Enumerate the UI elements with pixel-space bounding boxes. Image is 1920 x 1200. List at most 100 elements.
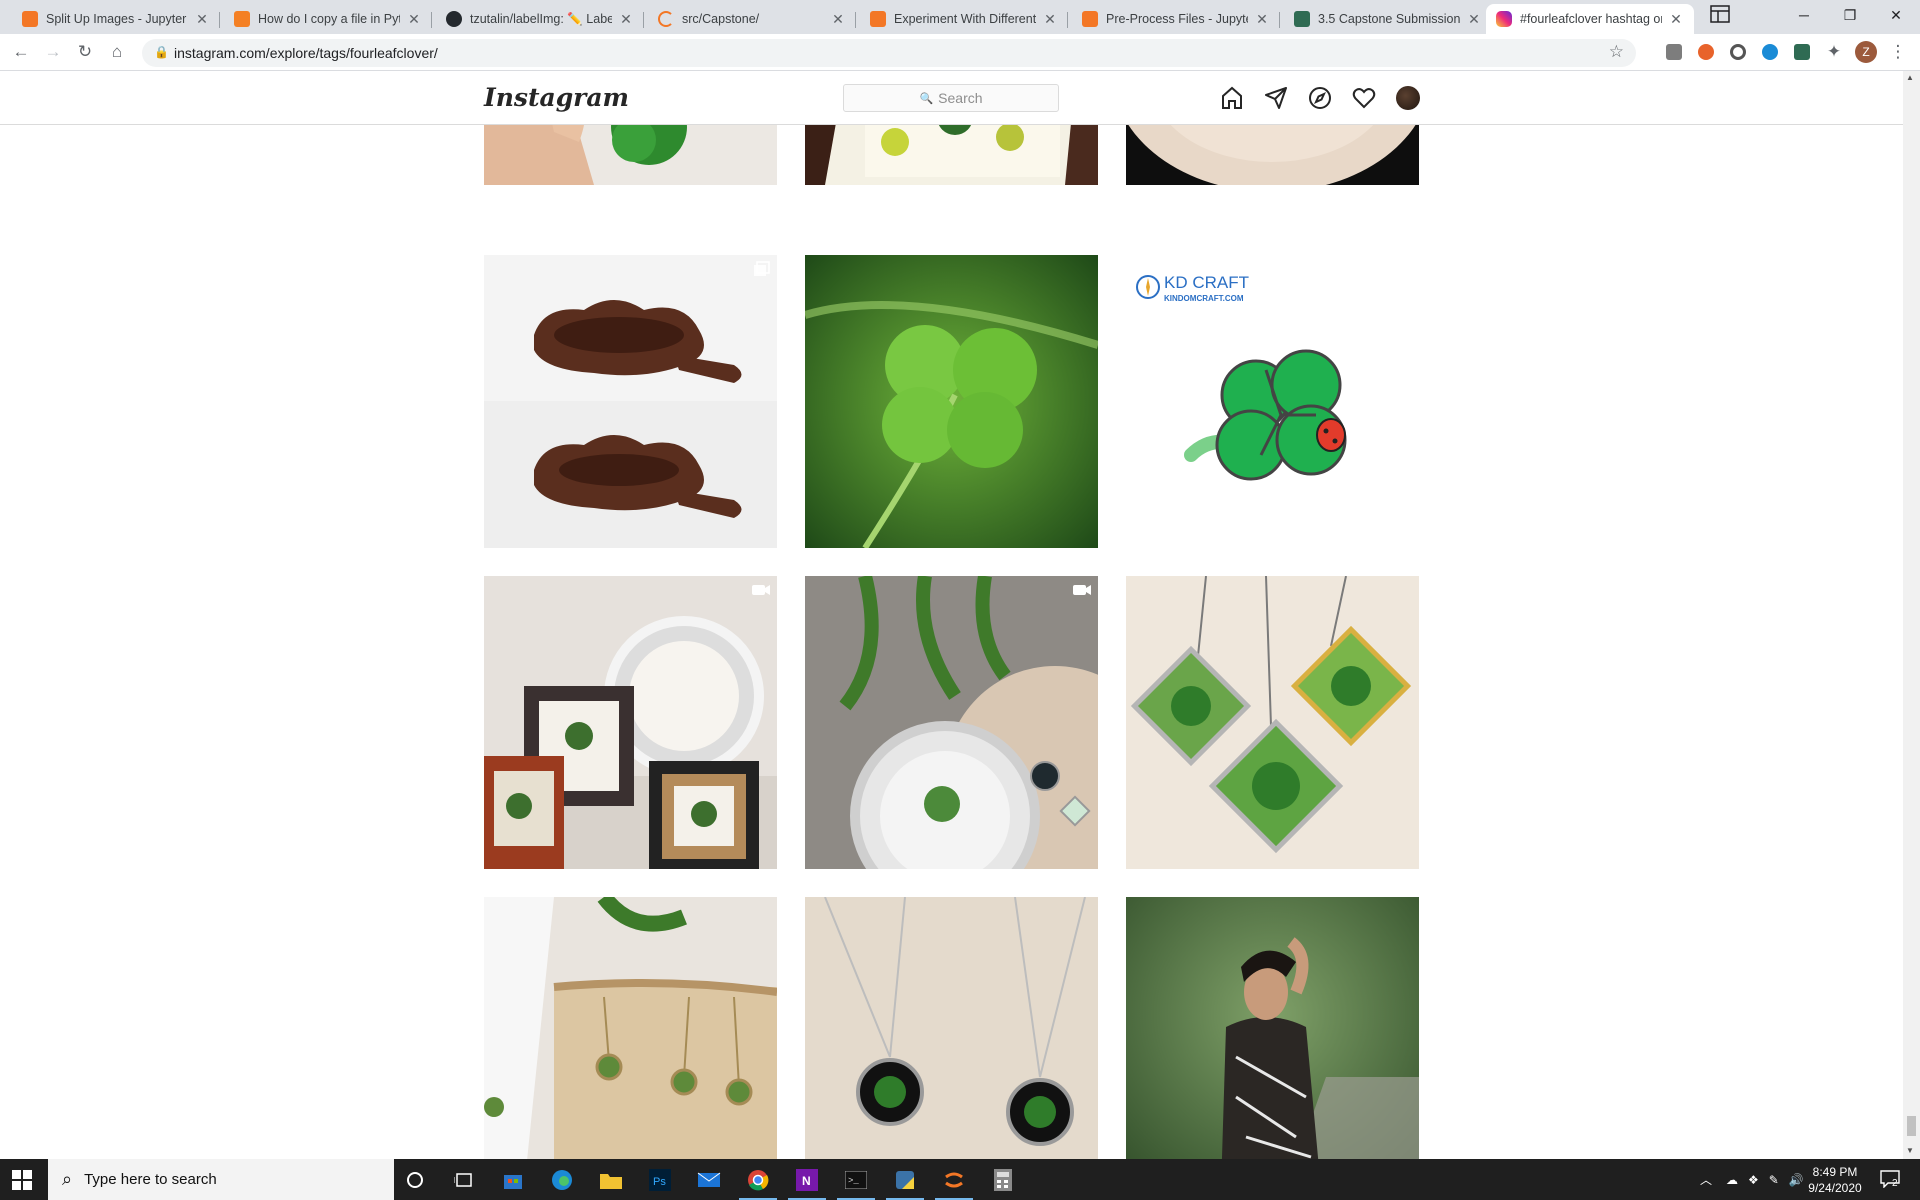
search-input[interactable]: 🔍 Search [843, 84, 1059, 112]
tab-search-icon[interactable] [1708, 2, 1732, 26]
close-icon[interactable]: ✕ [406, 11, 422, 28]
stackoverflow-icon [234, 11, 250, 27]
restore-button[interactable]: ❐ [1827, 0, 1873, 30]
windows-start-icon[interactable] [12, 1170, 32, 1190]
tab-labelimg-github[interactable]: tzutalin/labelImg: ✏️ Labeli ✕ [436, 4, 644, 34]
forward-arrow-icon[interactable]: → [41, 40, 65, 64]
close-icon[interactable]: ✕ [1042, 11, 1058, 28]
onenote-icon[interactable]: N [788, 1165, 826, 1200]
multi-post-icon [754, 261, 770, 276]
scrollbar-thumb[interactable] [1907, 1116, 1916, 1136]
post-framed-clovers[interactable] [484, 576, 777, 869]
activity-heart-icon[interactable] [1351, 85, 1377, 111]
close-icon[interactable]: ✕ [830, 11, 846, 28]
calculator-icon[interactable] [988, 1165, 1018, 1195]
taskbar-clock[interactable]: 8:49 PM 9/24/2020 [1800, 1164, 1870, 1196]
file-explorer-icon[interactable] [596, 1165, 626, 1195]
scroll-down-arrow[interactable]: ▼ [1906, 1146, 1914, 1155]
taskbar-search-input[interactable]: ⌕ Type here to search [48, 1159, 394, 1200]
svg-text:>_: >_ [848, 1176, 859, 1186]
screen: Split Up Images - Jupyter N ✕ How do I c… [0, 0, 1920, 1200]
tab-fourleafclover-active[interactable]: #fourleafclover hashtag on ✕ [1486, 4, 1694, 34]
tab-capstone-submission[interactable]: 3.5 Capstone Submission - ✕ [1284, 4, 1492, 34]
tab-pre-process-files[interactable]: Pre-Process Files - Jupyter I ✕ [1072, 4, 1280, 34]
orange-extension-icon[interactable] [1698, 44, 1714, 60]
reload-icon[interactable]: ↻ [73, 40, 97, 64]
post-green-clover-closeup[interactable] [805, 255, 1098, 548]
back-arrow-icon[interactable]: ← [9, 40, 33, 64]
close-icon[interactable]: ✕ [618, 11, 634, 28]
direct-icon[interactable] [1263, 85, 1289, 111]
tab-src-capstone[interactable]: src/Capstone/ ✕ [648, 4, 856, 34]
tab-split-up-images[interactable]: Split Up Images - Jupyter N ✕ [12, 4, 220, 34]
python-idle-icon[interactable] [886, 1165, 924, 1200]
store-icon[interactable] [498, 1165, 528, 1195]
blue-extension-icon[interactable] [1762, 44, 1778, 60]
svg-text:Ps: Ps [653, 1176, 666, 1188]
jupyter-spinner-icon [658, 11, 674, 27]
post-black-round-pendants[interactable] [805, 897, 1098, 1159]
video-camera-icon [752, 585, 770, 595]
pen-icon[interactable]: ✎ [1769, 1173, 1779, 1187]
post-wooden-clover-tray[interactable] [484, 255, 777, 548]
profile-button[interactable]: Z [1854, 40, 1878, 64]
menu-kebab-icon[interactable]: ⋮ [1886, 40, 1910, 64]
post-necklaces-on-wood[interactable] [484, 897, 777, 1159]
url-text[interactable]: instagram.com/explore/tags/fourleafclove… [174, 45, 438, 61]
github-icon [446, 11, 462, 27]
search-icon: ⌕ [62, 1169, 73, 1189]
search-icon: 🔍 [919, 92, 934, 105]
tab-copy-file-python[interactable]: How do I copy a file in Pyth ✕ [224, 4, 432, 34]
tray-chevron-up-icon[interactable]: ︿ [1700, 1171, 1712, 1188]
edge-icon[interactable] [547, 1165, 577, 1195]
video-camera-icon [1073, 585, 1091, 595]
close-icon[interactable]: ✕ [1668, 11, 1684, 28]
close-icon[interactable]: ✕ [194, 11, 210, 28]
jupyter-icon[interactable] [935, 1165, 973, 1200]
ring-extension-icon[interactable] [1730, 44, 1746, 60]
kd-craft-logo-icon [1136, 275, 1160, 299]
terminal-icon[interactable]: >_ [837, 1165, 875, 1200]
post-man-portrait[interactable] [1126, 897, 1419, 1159]
close-icon[interactable]: ✕ [1254, 11, 1270, 28]
grammarly-extension-icon[interactable] [1666, 44, 1682, 60]
avatar [1396, 86, 1420, 110]
post-kd-craft-pin[interactable]: KD CRAFT KINDOMCRAFT.COM [1126, 255, 1419, 548]
close-window-button[interactable]: ✕ [1873, 0, 1919, 30]
instagram-logo[interactable]: Instagram [484, 83, 629, 112]
minimize-button[interactable]: ─ [1781, 0, 1827, 30]
extensions-puzzle-icon[interactable]: ✦ [1822, 40, 1846, 64]
notifications-icon[interactable]: 2 [1880, 1170, 1900, 1189]
scroll-up-arrow[interactable]: ▲ [1906, 73, 1914, 82]
explore-icon[interactable] [1307, 85, 1333, 111]
onedrive-cloud-icon[interactable]: ☁ [1726, 1173, 1738, 1187]
cortana-icon[interactable] [400, 1165, 430, 1195]
home-icon[interactable] [1219, 85, 1245, 111]
post-square-clover-pendants[interactable] [1126, 576, 1419, 869]
profile-avatar[interactable] [1395, 85, 1421, 111]
bookmark-star-icon[interactable]: ☆ [1609, 42, 1624, 62]
mail-icon[interactable] [694, 1165, 724, 1195]
dropbox-icon[interactable]: ❖ [1748, 1173, 1759, 1187]
lock-icon: 🔒 [154, 45, 169, 59]
page-scrollbar[interactable]: ▲ ▼ [1903, 71, 1920, 1159]
windows-taskbar: ⌕ Type here to search Ps N >_ ︿ ☁ ❖ ✎ 🔊 … [0, 1159, 1920, 1200]
home-button-icon[interactable]: ⌂ [105, 40, 129, 64]
jupyter-icon [870, 11, 886, 27]
chrome-icon[interactable] [739, 1165, 777, 1200]
instagram-header: Instagram 🔍 Search [0, 71, 1903, 125]
task-view-icon[interactable] [449, 1165, 479, 1195]
address-bar[interactable]: 🔒 instagram.com/explore/tags/fourleafclo… [142, 39, 1636, 67]
page-viewport: KD CRAFT KINDOMCRAFT.COM Instagram 🔍 Sea… [0, 71, 1903, 1159]
springboard-icon [1294, 11, 1310, 27]
green-extension-icon[interactable] [1794, 44, 1810, 60]
kd-craft-site: KINDOMCRAFT.COM [1164, 294, 1244, 303]
close-icon[interactable]: ✕ [1466, 11, 1482, 28]
browser-toolbar: ← → ↻ ⌂ 🔒 instagram.com/explore/tags/fou… [0, 34, 1920, 71]
tab-experiment[interactable]: Experiment With Different I ✕ [860, 4, 1068, 34]
post-clover-plaque-necklaces[interactable] [805, 576, 1098, 869]
browser-tab-strip: Split Up Images - Jupyter N ✕ How do I c… [0, 0, 1920, 34]
system-tray: ︿ ☁ ❖ ✎ 🔊 [1700, 1159, 1804, 1200]
svg-text:N: N [802, 1174, 811, 1188]
photoshop-icon[interactable]: Ps [645, 1165, 675, 1195]
